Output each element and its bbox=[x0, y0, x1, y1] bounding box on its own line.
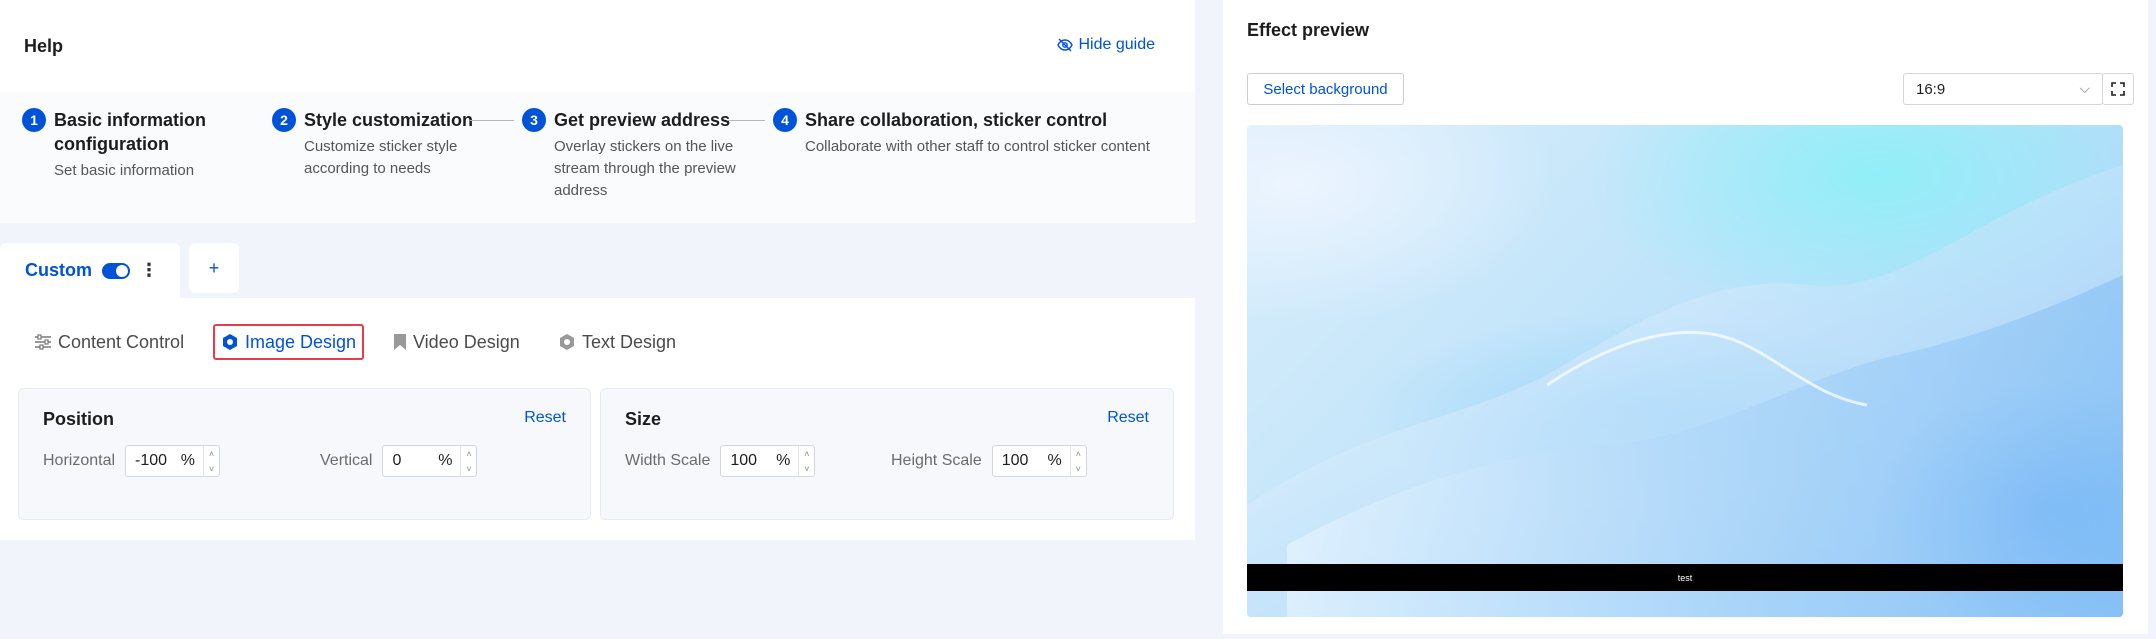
tab-custom-label: Custom bbox=[25, 260, 92, 280]
vertical-value: 0 bbox=[392, 452, 402, 469]
step-3-number: 3 bbox=[522, 108, 546, 132]
height-scale-unit: % bbox=[1047, 452, 1062, 469]
size-reset-link[interactable]: Reset bbox=[1107, 409, 1149, 427]
tab-content-control-label: Content Control bbox=[58, 331, 185, 352]
steps-guide: 1 Basic information configuration Set ba… bbox=[0, 92, 1195, 223]
step-2-desc-cont: according to needs bbox=[304, 160, 431, 177]
step-2-number: 2 bbox=[272, 108, 296, 132]
step-1-number: 1 bbox=[22, 108, 46, 132]
step-3-desc: Overlay stickers on the live bbox=[554, 138, 734, 155]
size-title: Size bbox=[625, 409, 662, 429]
chevron-down-icon[interactable]: ˅ bbox=[1076, 464, 1081, 474]
size-card: Size Reset Width Scale 100 % ˄ ˅ Height … bbox=[600, 388, 1174, 520]
chevron-down-icon[interactable]: ˅ bbox=[466, 464, 471, 474]
position-card: Position Reset Horizontal -100 % ˄ ˅ Ver… bbox=[18, 388, 591, 520]
tab-custom[interactable]: Custom ⋮ bbox=[0, 243, 180, 298]
step-1: 1 Basic information configuration Set ba… bbox=[22, 108, 206, 182]
chevron-down-icon: ⌵ bbox=[2079, 80, 2090, 96]
help-title: Help bbox=[24, 36, 64, 56]
step-connector bbox=[470, 120, 514, 121]
gear-hexagon-icon bbox=[560, 334, 574, 350]
width-scale-input[interactable]: 100 % ˄ ˅ bbox=[720, 445, 816, 477]
step-3-title: Get preview address bbox=[554, 110, 731, 130]
step-2-title: Style customization bbox=[304, 110, 474, 130]
tab-text-design-label: Text Design bbox=[582, 331, 677, 352]
vertical-stepper[interactable]: ˄ ˅ bbox=[460, 446, 476, 476]
step-connector bbox=[727, 120, 765, 121]
hexagon-icon bbox=[223, 334, 237, 350]
preview-canvas: test bbox=[1247, 125, 2123, 617]
height-scale-input[interactable]: 100 % ˄ ˅ bbox=[991, 445, 1087, 477]
tab-video-design[interactable]: Video Design bbox=[393, 324, 520, 360]
step-4-title: Share collaboration, sticker control bbox=[805, 110, 1108, 130]
tab-video-design-label: Video Design bbox=[413, 331, 520, 352]
step-4-desc: Collaborate with other staff to control … bbox=[805, 138, 1150, 155]
eye-off-icon bbox=[1056, 38, 1073, 52]
sticker-tab-strip: Custom ⋮ + bbox=[0, 243, 1195, 298]
tab-content-control[interactable]: Content Control bbox=[34, 324, 184, 360]
width-scale-label: Width Scale bbox=[625, 452, 711, 469]
bookmark-icon bbox=[394, 334, 406, 350]
width-scale-unit: % bbox=[776, 452, 791, 469]
design-tabs: Content Control Image Design Video Desig… bbox=[0, 318, 1195, 362]
vertical-unit: % bbox=[438, 452, 453, 469]
width-scale-field: Width Scale 100 % ˄ ˅ bbox=[625, 445, 816, 477]
chevron-up-icon[interactable]: ˄ bbox=[1076, 449, 1081, 459]
step-4-number: 4 bbox=[773, 108, 797, 132]
add-tab-button[interactable]: + bbox=[189, 243, 239, 293]
step-3-desc-cont2: address bbox=[554, 182, 608, 199]
width-scale-stepper[interactable]: ˄ ˅ bbox=[798, 446, 814, 476]
height-scale-label: Height Scale bbox=[891, 452, 982, 469]
step-1-title: Basic information bbox=[54, 110, 207, 130]
custom-enable-toggle[interactable] bbox=[102, 262, 130, 279]
step-2: 2 Style customization Customize sticker … bbox=[272, 108, 473, 180]
chevron-up-icon[interactable]: ˄ bbox=[466, 449, 471, 459]
background-image bbox=[1247, 165, 2123, 617]
effect-preview-title: Effect preview bbox=[1247, 20, 1370, 40]
chevron-down-icon[interactable]: ˅ bbox=[209, 464, 214, 474]
chevron-down-icon[interactable]: ˅ bbox=[804, 464, 809, 474]
step-1-title-cont: configuration bbox=[54, 134, 169, 154]
horizontal-input[interactable]: -100 % ˄ ˅ bbox=[125, 445, 221, 477]
vertical-input[interactable]: 0 % ˄ ˅ bbox=[382, 445, 478, 477]
position-title: Position bbox=[43, 409, 114, 429]
step-4: 4 Share collaboration, sticker control C… bbox=[773, 108, 1150, 158]
effect-preview-panel: Effect preview Select background 16:9 ⌵ bbox=[1223, 0, 2148, 634]
tab-text-design[interactable]: Text Design bbox=[558, 324, 676, 360]
step-2-desc: Customize sticker style bbox=[304, 138, 458, 155]
height-scale-field: Height Scale 100 % ˄ ˅ bbox=[891, 445, 1087, 477]
hide-guide-link[interactable]: Hide guide bbox=[1056, 36, 1156, 54]
horizontal-label: Horizontal bbox=[43, 452, 116, 469]
horizontal-unit: % bbox=[180, 452, 196, 469]
tab-image-design[interactable]: Image Design bbox=[213, 324, 365, 360]
hide-guide-label: Hide guide bbox=[1078, 36, 1156, 53]
horizontal-field: Horizontal -100 % ˄ ˅ bbox=[43, 445, 221, 477]
select-background-button[interactable]: Select background bbox=[1247, 73, 1404, 105]
aspect-ratio-select[interactable]: 16:9 ⌵ bbox=[1903, 73, 2103, 105]
step-1-desc: Set basic information bbox=[54, 162, 195, 179]
height-scale-value: 100 bbox=[1001, 452, 1029, 469]
design-panel: Content Control Image Design Video Desig… bbox=[0, 298, 1195, 540]
horizontal-value: -100 bbox=[135, 452, 168, 469]
vertical-field: Vertical 0 % ˄ ˅ bbox=[320, 445, 478, 477]
more-options-icon[interactable]: ⋮ bbox=[140, 260, 158, 281]
help-header: Help Hide guide bbox=[0, 0, 1195, 92]
aspect-ratio-value: 16:9 bbox=[1916, 80, 1946, 98]
fullscreen-icon bbox=[2111, 82, 2125, 96]
step-3: 3 Get preview address Overlay stickers o… bbox=[522, 108, 736, 202]
vertical-label: Vertical bbox=[320, 452, 373, 469]
position-reset-link[interactable]: Reset bbox=[524, 409, 566, 427]
chevron-up-icon[interactable]: ˄ bbox=[804, 449, 809, 459]
horizontal-stepper[interactable]: ˄ ˅ bbox=[203, 446, 219, 476]
sticker-text-bar: test bbox=[1247, 564, 2123, 591]
chevron-up-icon[interactable]: ˄ bbox=[209, 449, 214, 459]
step-3-desc-cont: stream through the preview bbox=[554, 160, 736, 177]
sliders-icon bbox=[35, 334, 51, 350]
width-scale-value: 100 bbox=[730, 452, 758, 469]
left-panel: Help Hide guide 1 Basic information conf… bbox=[0, 0, 1195, 639]
height-scale-stepper[interactable]: ˄ ˅ bbox=[1069, 446, 1086, 476]
fullscreen-button[interactable] bbox=[2102, 73, 2134, 105]
tab-image-design-label: Image Design bbox=[245, 331, 357, 352]
